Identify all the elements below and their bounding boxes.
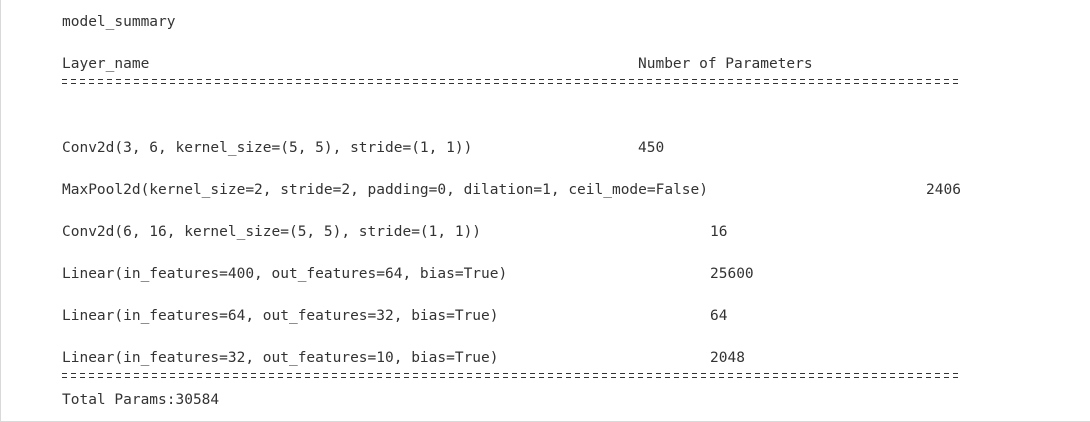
layer-params: 16 (710, 224, 728, 240)
header-layer-name: Layer_name (62, 56, 150, 72)
layer-params: 25600 (710, 266, 754, 282)
layer-name: Linear(in_features=64, out_features=32, … (62, 308, 499, 324)
layer-name: MaxPool2d(kernel_size=2, stride=2, paddi… (62, 182, 709, 198)
layer-params: 450 (638, 140, 665, 156)
footer-separator (62, 372, 961, 380)
total-params: Total Params:30584 (62, 392, 220, 408)
summary-title: model_summary (62, 14, 176, 30)
layer-name: Conv2d(3, 6, kernel_size=(5, 5), stride=… (62, 140, 473, 156)
header-number-of-parameters: Number of Parameters (638, 56, 813, 72)
layer-name: Conv2d(6, 16, kernel_size=(5, 5), stride… (62, 224, 482, 240)
layer-params: 2048 (710, 350, 745, 366)
layer-name: Linear(in_features=32, out_features=10, … (62, 350, 499, 366)
layer-params: 2406 (926, 182, 961, 198)
header-separator (62, 78, 961, 86)
notebook-output-area: model_summary Layer_name Number of Param… (0, 0, 1090, 422)
layer-name: Linear(in_features=400, out_features=64,… (62, 266, 508, 282)
layer-params: 64 (710, 308, 728, 324)
